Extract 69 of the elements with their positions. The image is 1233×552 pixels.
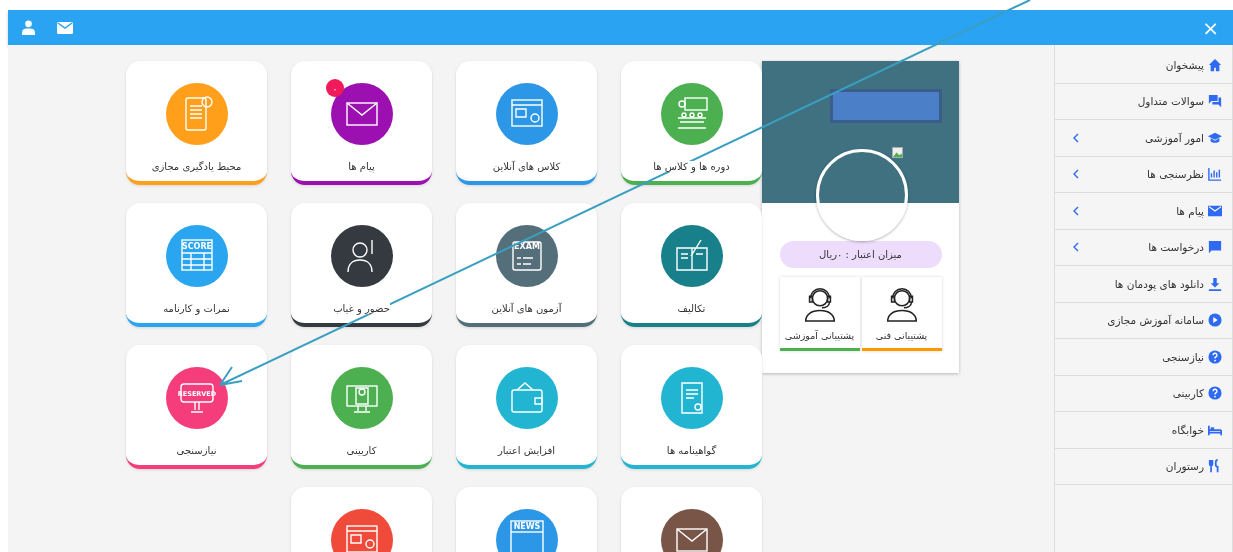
question-icon — [1208, 386, 1222, 401]
cap-icon — [1208, 130, 1222, 145]
tile-label: نمرات و کارنامه — [163, 303, 230, 314]
tile-label: نیازسنجی — [176, 445, 217, 456]
message-icon — [1208, 240, 1222, 255]
tile-card[interactable]: گواهینامه ها — [621, 345, 762, 469]
tile-label: دوره ها و کلاس ها — [653, 161, 730, 172]
support-label: پشتیبانی آموزشی — [784, 330, 855, 341]
chart-icon — [1208, 167, 1222, 182]
exam-icon: EXAM — [495, 225, 558, 287]
tile-label: گواهینامه ها — [666, 445, 717, 456]
sidebar-item-label: پیام ها — [1176, 204, 1204, 217]
tile-card[interactable]: دوره ها و کلاس ها — [621, 61, 762, 185]
tile-card[interactable]: ۰ پیام ها — [291, 61, 432, 185]
user-icon[interactable] — [22, 20, 35, 35]
sidebar-item-label: پیشخوان — [1165, 58, 1204, 71]
sidebar-item[interactable]: خوابگاه — [1055, 412, 1232, 449]
support-card[interactable]: پشتیبانی آموزشی — [779, 277, 860, 351]
sidebar-item[interactable]: رستوران — [1055, 448, 1232, 485]
tile-card[interactable]: حضور و غیاب — [291, 203, 432, 327]
tile-label: کاربینی — [346, 445, 377, 456]
sidebar-item-label: سامانه آموزش مجازی — [1107, 314, 1204, 327]
sidebar-item-label: امور آموزشی — [1145, 131, 1204, 144]
tile-label: آزمون های آنلاین — [491, 303, 562, 314]
tile-card[interactable]: محیط یادگیری مجازی — [126, 61, 267, 185]
sidebar-item-label: رستوران — [1165, 460, 1204, 473]
video-icon — [330, 509, 393, 552]
food-icon — [1208, 459, 1222, 474]
sidebar-item[interactable]: نظرسنجی ها — [1055, 156, 1232, 193]
sidebar-item-label: خوابگاه — [1171, 423, 1204, 436]
support-label: پشتیبانی فنی — [875, 330, 928, 341]
support-card[interactable]: پشتیبانی فنی — [861, 277, 942, 351]
home-icon — [1208, 57, 1222, 72]
tile-label: افزایش اعتبار — [497, 445, 556, 456]
news-icon: NEWS — [495, 509, 558, 552]
sidebar-item[interactable]: کاربینی — [1055, 375, 1232, 412]
tile-label: حضور و غیاب — [333, 303, 390, 314]
tile-card[interactable]: کلاس های آنلاین — [456, 61, 597, 185]
count-badge: ۰ — [326, 79, 344, 97]
question-icon — [1208, 349, 1222, 364]
sidebar-item[interactable]: دانلود های پودمان ها — [1055, 266, 1232, 303]
sidebar-item[interactable]: پیشخوان — [1055, 47, 1232, 84]
chat-icon — [1208, 94, 1222, 109]
tile-card[interactable]: افزایش اعتبار — [456, 345, 597, 469]
tile-label: محیط یادگیری مجازی — [151, 161, 242, 172]
sidebar-item-label: سوالات متداول — [1137, 95, 1204, 108]
sidebar-item[interactable]: پیام ها — [1055, 193, 1232, 230]
tile-label: تکالیف — [677, 303, 706, 314]
tile-label: پیام ها — [348, 161, 375, 172]
sidebar-item[interactable]: امور آموزشی — [1055, 120, 1232, 157]
download-icon — [1208, 276, 1222, 291]
play-icon — [1208, 313, 1222, 328]
sidebar-item-label: نیازسنجی — [1162, 350, 1204, 363]
sidebar-item[interactable]: سامانه آموزش مجازی — [1055, 302, 1232, 339]
broken-image-icon — [892, 147, 903, 158]
tile-card[interactable]: تکالیف — [621, 203, 762, 327]
tile-label: کلاس های آنلاین — [492, 161, 561, 172]
credit-balance: میزان اعتبار : ۰ریال — [779, 241, 942, 268]
mail-icon — [660, 509, 723, 552]
sidebar-item[interactable]: نیازسنجی — [1055, 339, 1232, 376]
sidebar-item-label: درخواست ها — [1148, 241, 1204, 254]
mail-icon[interactable] — [57, 21, 73, 34]
sidebar-item[interactable]: سوالات متداول — [1055, 83, 1232, 120]
sidebar-item[interactable]: درخواست ها — [1055, 229, 1232, 266]
tile-card[interactable]: کاربینی — [291, 345, 432, 469]
sidebar-item-label: نظرسنجی ها — [1147, 168, 1204, 181]
sidebar-item-label: دانلود های پودمان ها — [1114, 277, 1204, 290]
mail-icon — [1208, 203, 1222, 218]
sidebar-item-label: کاربینی — [1172, 387, 1204, 400]
